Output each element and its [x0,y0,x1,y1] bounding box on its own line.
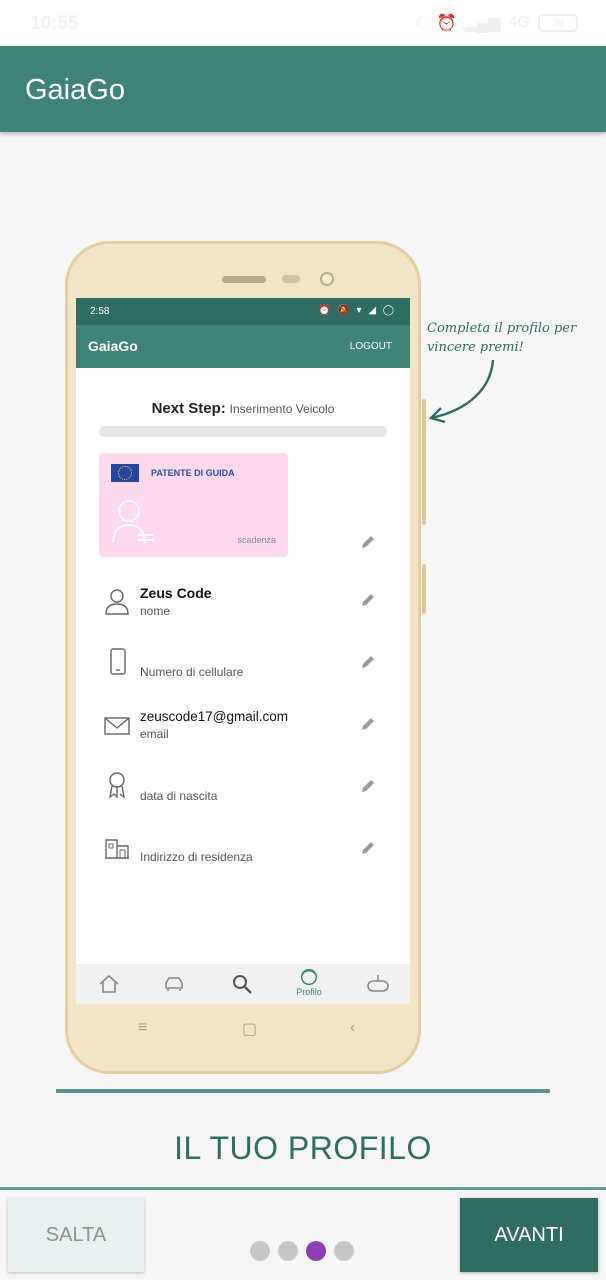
mock-logout-button: LOGOUT [349,341,392,352]
status-time: 10:55 [30,13,79,34]
phone-sensor [282,275,300,283]
mock-app-bar: GaiaGo LOGOUT [76,325,410,368]
phone-side-button [422,564,426,614]
person-icon [105,589,129,615]
page-dot[interactable] [250,1241,270,1261]
pencil-icon [362,656,374,668]
home-icon [99,974,119,993]
search-icon [233,975,252,994]
profile-face-icon [300,968,318,986]
network-label: 4G [508,14,530,31]
status-bar: 10:55 ☾ ⏰ ▂▄▆ 4G 39 [0,0,606,46]
status-icons: ☾ ⏰ ▂▄▆ 4G 39 [414,13,578,33]
pencil-icon [362,780,374,792]
user-silhouette-icon [112,500,153,544]
phone-back-icon: ‹ [350,1019,356,1036]
name-value: Zeus Code [140,585,212,601]
gamepad-icon [367,975,389,992]
app-bar: GaiaGo [0,46,606,132]
phone-illustration: 2:58 ⏰ 🔕 ▾ ◢ ◯ GaiaGo LOGOUT Next Step: … [65,241,426,1074]
address-label: Indirizzo di residenza [140,850,253,864]
pencil-icon [362,718,374,730]
mock-status-bar: 2:58 ⏰ 🔕 ▾ ◢ ◯ [76,298,410,325]
skip-button[interactable]: SALTA [8,1198,144,1272]
name-label: nome [140,604,171,618]
pencil-icon [362,842,374,854]
phone-home-icon: ▢ [242,1021,258,1038]
page-indicator [250,1241,354,1261]
license-title: PATENTE DI GUIDA [151,468,235,478]
page-dot-active[interactable] [306,1241,326,1261]
mock-bottom-nav: Profilo [76,964,410,1004]
mobile-phone-icon [110,648,126,675]
next-step-value: Inserimento Veicolo [229,402,335,416]
annotation-arrow-icon [428,359,495,424]
page-dot[interactable] [334,1241,354,1261]
phone-screen: 2:58 ⏰ 🔕 ▾ ◢ ◯ GaiaGo LOGOUT Next Step: … [76,298,410,1004]
car-icon [165,977,183,991]
profile-progress-bar [99,426,387,437]
battery-icon: 39 [538,14,578,32]
page-dot[interactable] [278,1241,298,1261]
divider [56,1089,550,1093]
next-button[interactable]: AVANTI [460,1198,598,1272]
next-step: Next Step: Inserimento Veicolo [76,400,410,417]
eu-flag-icon [111,464,139,482]
signal-icon: ▂▄▆ [464,15,501,32]
alarm-icon: ⏰ [436,15,457,32]
next-step-label: Next Step: [151,400,226,417]
pencil-icon [362,594,374,606]
phone-speaker [222,276,266,283]
pencil-icon [362,536,374,548]
mock-app-title: GaiaGo [88,338,138,354]
license-card: PATENTE DI GUIDA scadenza [99,453,288,557]
phone-label: Numero di cellulare [140,665,244,679]
app-title: GaiaGo [25,74,125,106]
page-title: IL TUO PROFILO [174,1130,432,1166]
ribbon-badge-icon [108,772,126,799]
birth-date-label: data di nascita [140,789,218,803]
phone-menu-icon: ≡ [138,1019,148,1036]
phone-camera [320,272,334,286]
house-icon [105,839,129,859]
email-value: zeuscode17@gmail.com [140,709,289,724]
profile-nav-label: Profilo [296,987,322,997]
mock-status-icons: ⏰ 🔕 ▾ ◢ ◯ [318,305,396,316]
bottom-divider [0,1187,606,1190]
license-expiry: scadenza [237,535,276,545]
envelope-icon [104,717,130,735]
mock-status-time: 2:58 [90,306,110,317]
profile-nav-item: Profilo [296,966,322,997]
moon-icon: ☾ [414,15,429,32]
email-label: email [140,727,169,741]
annotation-note: Completa il profilo per vincere premi! [427,321,577,355]
